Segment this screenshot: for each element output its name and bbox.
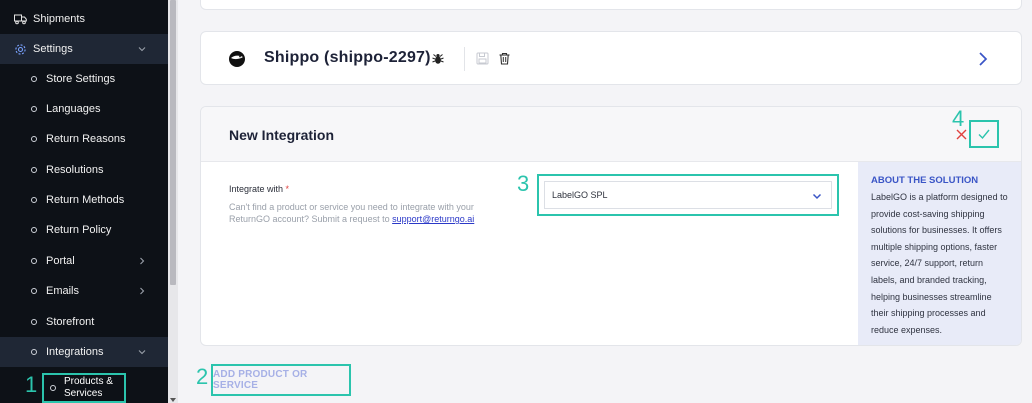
check-icon (978, 129, 990, 140)
bullet-icon (31, 197, 37, 203)
sidebar-item-label: Shipments (33, 13, 85, 25)
about-title: ABOUT THE SOLUTION (871, 175, 979, 186)
divider (464, 47, 465, 71)
sidebar-item-portal[interactable]: Portal (0, 246, 168, 276)
shippo-logo-icon (228, 50, 246, 68)
gear-icon (13, 42, 27, 56)
truck-icon (13, 12, 27, 26)
chevron-down-icon (136, 346, 148, 358)
sidebar-item-store-settings[interactable]: Store Settings (0, 64, 168, 94)
sidebar-item-label: Return Policy (46, 224, 112, 236)
sidebar-item-products-services[interactable]: Products & Services (42, 373, 126, 403)
support-email-link[interactable]: support@returngo.ai (392, 214, 474, 224)
field-label: Integrate with (229, 184, 284, 194)
integration-title: Shippo (shippo-2297) (264, 49, 431, 66)
sidebar-item-label: Store Settings (46, 73, 116, 85)
integration-select-highlight: LabelGO SPL (537, 174, 839, 216)
chevron-down-icon[interactable] (811, 190, 823, 202)
bullet-icon (50, 385, 56, 391)
scrollbar-thumb[interactable] (170, 0, 176, 285)
add-product-button[interactable]: ADD PRODUCT OR SERVICE (211, 364, 351, 396)
card-header: New Integration (201, 107, 1021, 162)
bullet-icon (31, 288, 37, 294)
about-text: LabelGO is a platform designed to provid… (871, 192, 1008, 335)
annotation-step-3: 3 (517, 171, 530, 196)
integration-select[interactable]: LabelGO SPL (544, 181, 832, 209)
trash-icon[interactable] (498, 52, 511, 65)
integration-card-shippo[interactable]: Shippo (shippo-2297) (200, 31, 1022, 85)
previous-integration-card (200, 0, 1022, 10)
selected-value: LabelGO SPL (552, 190, 608, 200)
save-icon[interactable] (476, 52, 489, 65)
scroll-down-arrow-icon[interactable] (170, 398, 176, 402)
bullet-icon (31, 167, 37, 173)
chevron-right-icon (136, 285, 148, 297)
bug-icon[interactable] (431, 52, 445, 66)
bullet-icon (31, 106, 37, 112)
sidebar-item-label: Return Methods (46, 194, 125, 206)
sidebar-item-emails[interactable]: Emails (0, 276, 168, 306)
bullet-icon (31, 349, 37, 355)
sidebar-item-settings[interactable]: Settings (0, 34, 168, 64)
sidebar-item-label: Settings (33, 43, 73, 55)
sidebar-item-label: Products & Services (64, 376, 113, 399)
sidebar-item-label: Emails (46, 285, 80, 297)
sidebar-item-label: Integrations (46, 346, 104, 358)
annotation-step-1: 1 (25, 372, 38, 397)
annotation-step-4: 4 (952, 106, 965, 131)
card-title: New Integration (229, 127, 335, 143)
sidebar-item-languages[interactable]: Languages (0, 94, 168, 124)
help-text: Can't find a product or service you need… (229, 201, 509, 225)
sidebar-scrollbar[interactable] (168, 0, 178, 403)
bullet-icon (31, 319, 37, 325)
sidebar-item-return-methods[interactable]: Return Methods (0, 185, 168, 215)
sidebar-item-resolutions[interactable]: Resolutions (0, 155, 168, 185)
annotation-step-2: 2 (196, 364, 209, 389)
sidebar-item-label: Resolutions (46, 164, 104, 176)
sidebar-item-return-policy[interactable]: Return Policy (0, 215, 168, 245)
sidebar-item-label: Return Reasons (46, 133, 126, 145)
bullet-icon (31, 76, 37, 82)
sidebar-item-label: Portal (46, 255, 75, 267)
chevron-down-icon (136, 43, 148, 55)
add-product-label: ADD PRODUCT OR SERVICE (213, 369, 308, 391)
chevron-right-icon (136, 255, 148, 267)
sidebar-item-label: Languages (46, 103, 101, 115)
required-marker: * (285, 184, 290, 194)
confirm-button[interactable] (969, 120, 999, 148)
integrate-with-label: Integrate with * (229, 184, 289, 194)
about-solution-panel: ABOUT THE SOLUTION LabelGO is a platform… (858, 162, 1021, 345)
sidebar-item-return-reasons[interactable]: Return Reasons (0, 124, 168, 154)
sidebar-item-storefront[interactable]: Storefront (0, 307, 168, 337)
sidebar-item-shipments[interactable]: Shipments (0, 4, 168, 34)
sidebar-item-label: Storefront (46, 316, 95, 328)
chevron-right-icon[interactable] (976, 51, 990, 67)
bullet-icon (31, 258, 37, 264)
sidebar-item-integrations[interactable]: Integrations (0, 337, 168, 367)
new-integration-card: New Integration Integrate with * Can't f… (200, 106, 1022, 346)
sidebar: Shipments Settings Store Settings Langua… (0, 0, 168, 403)
bullet-icon (31, 227, 37, 233)
bullet-icon (31, 136, 37, 142)
